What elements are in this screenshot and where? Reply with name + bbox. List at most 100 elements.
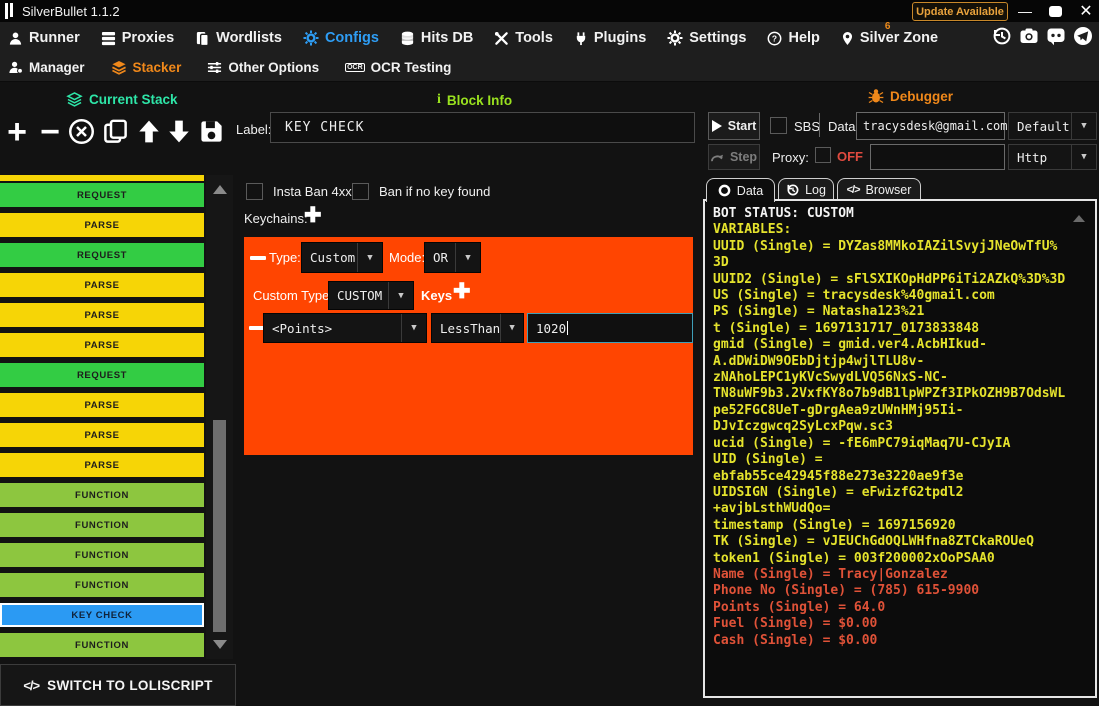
subnav-item-stacker[interactable]: Stacker [111,60,182,75]
stack-block[interactable]: FUNCTION [0,633,204,657]
nav-right-icons [992,26,1093,46]
tab-data[interactable]: Data [706,178,775,202]
remove-keychain-button[interactable] [250,256,266,260]
nav-item-silver-zone[interactable]: Silver Zone 6 [841,30,938,46]
chevron-down-icon: ▼ [388,282,413,309]
partial-block[interactable] [0,175,204,181]
type-caption: Type: [269,250,301,265]
scrollbar-thumb[interactable] [213,420,226,632]
proxy-checkbox[interactable] [815,147,831,163]
maximize-button[interactable] [1042,0,1068,22]
key-field-dropdown[interactable]: <Points> ▼ [263,313,427,343]
custom-type-dropdown[interactable]: CUSTOM ▼ [328,281,414,310]
add-keychain-button[interactable]: ✚ [304,208,322,224]
nav-item-settings[interactable]: Settings [667,30,746,46]
current-stack-title: Current Stack [66,92,178,107]
map-pin-icon [841,31,854,46]
stack-block[interactable]: REQUEST [0,243,204,267]
insta-ban-checkbox[interactable] [246,183,263,200]
stack-block[interactable]: REQUEST [0,363,204,387]
scroll-up-arrow[interactable] [213,185,227,194]
update-available-button[interactable]: Update Available [912,2,1008,21]
keychain-mode-dropdown[interactable]: OR ▼ [424,242,481,273]
debug-output-line: A.dDWiDW9OEbDjtjp4wjlTLU8v- [713,354,1087,370]
runner-icon [8,31,23,46]
save-icon [198,118,225,145]
keychain-type-dropdown[interactable]: Custom ▼ [301,242,383,273]
minimize-icon: — [1018,3,1032,19]
tab-browser[interactable]: </> Browser [837,178,921,200]
debugger-output[interactable]: BOT STATUS: CUSTOM VARIABLES: UUID (Sing… [703,199,1097,698]
clear-stack-button[interactable] [68,118,95,145]
stack-scrollbar[interactable] [206,175,233,659]
maximize-icon [1049,6,1062,17]
key-value-input[interactable]: 1020 [527,313,693,343]
subnav-item-other-options[interactable]: Other Options [207,60,319,75]
move-block-down-button[interactable] [166,118,192,145]
stack-block[interactable]: PARSE [0,453,204,477]
close-button[interactable]: ✕ [1073,0,1099,22]
clone-block-button[interactable] [102,118,129,145]
stack-block[interactable]: PARSE [0,273,204,297]
step-button[interactable]: Step [708,144,760,170]
sbs-checkbox[interactable] [770,117,787,134]
stack-block[interactable]: PARSE [0,393,204,417]
stack-block[interactable]: FUNCTION [0,483,204,507]
nav-item-hits-db[interactable]: Hits DB [400,30,473,46]
add-block-button[interactable]: + [2,115,32,149]
nav-item-tools[interactable]: Tools [494,30,553,46]
stack-block[interactable]: FUNCTION [0,573,204,597]
stack-block[interactable]: FUNCTION [0,513,204,537]
subnav-item-ocr-testing[interactable]: OCR OCR Testing [345,60,451,75]
key-condition-dropdown[interactable]: LessThan ▼ [431,313,524,343]
add-key-button[interactable]: ✚ [453,284,471,300]
subnav-item-manager[interactable]: Manager [8,60,85,75]
history-icon[interactable] [992,26,1012,46]
minimize-button[interactable]: — [1012,0,1038,22]
stack-block[interactable]: FUNCTION [0,543,204,567]
proxy-input[interactable] [870,144,1005,170]
wordlist-type-dropdown[interactable]: Default ▼ [1008,112,1097,140]
debug-output-line: gmid (Single) = gmid.ver4.AcbHIkud- [713,337,1087,353]
remove-block-button[interactable]: − [36,115,64,149]
stack-block[interactable]: PARSE [0,303,204,327]
switch-to-loliscript-button[interactable]: </> SWITCH TO LOLISCRIPT [0,664,236,706]
chevron-down-icon: ▼ [401,314,426,342]
telegram-icon[interactable] [1073,26,1093,46]
ocr-icon: OCR [345,63,365,72]
debug-output-line: Fuel (Single) = $0.00 [713,616,1087,632]
chevron-down-icon: ▼ [357,243,382,272]
tools-icon [494,31,509,46]
data-circle-icon [718,184,731,197]
stack-block[interactable]: REQUEST [0,183,204,207]
scroll-down-arrow[interactable] [213,640,227,649]
stack-block[interactable]: PARSE [0,213,204,237]
nav-item-wordlists[interactable]: Wordlists [195,30,282,46]
proxy-status: OFF [837,149,863,164]
proxy-type-dropdown[interactable]: Http ▼ [1008,144,1097,170]
start-button[interactable]: Start [708,112,760,140]
ban-no-key-checkbox[interactable] [352,183,369,200]
discord-icon[interactable] [1046,26,1066,46]
nav-item-proxies[interactable]: Proxies [101,30,174,46]
nav-item-configs[interactable]: Configs [303,30,379,46]
data-input[interactable]: tracysdesk@gmail.com [856,112,1005,140]
move-block-up-button[interactable] [136,118,162,145]
text-caret [567,321,568,335]
stack-block[interactable]: KEY CHECK [0,603,204,627]
nav-item-runner[interactable]: Runner [8,30,80,46]
save-stack-button[interactable] [198,118,225,145]
label-input[interactable]: KEY CHECK [270,112,695,143]
screenshot-camera-icon[interactable] [1019,26,1039,46]
tab-log[interactable]: Log [778,178,834,200]
output-scroll-up-icon[interactable] [1073,215,1085,222]
database-icon [400,31,415,46]
nav-item-plugins[interactable]: Plugins [574,30,646,46]
debug-output-line: UUID2 (Single) = sFlSXIKOpHdPP6iTi2AZkQ%… [713,272,1087,288]
nav-item-help[interactable]: ? Help [767,30,819,46]
debug-output-line: UUID (Single) = DYZas8MMkoIAZilSvyjJNeOw… [713,239,1087,255]
bug-icon [868,88,884,104]
stack-block[interactable]: PARSE [0,333,204,357]
chevron-down-icon: ▼ [1071,145,1096,169]
stack-block[interactable]: PARSE [0,423,204,447]
